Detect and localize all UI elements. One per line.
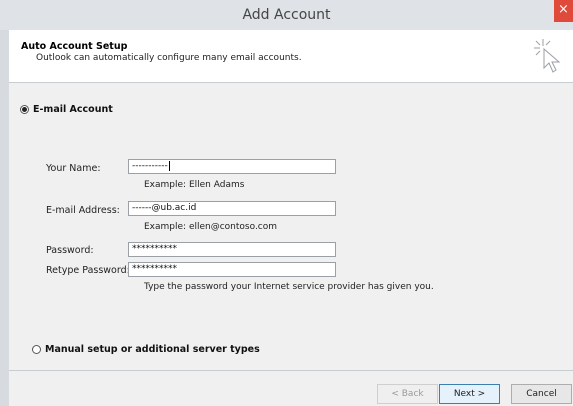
text-caret [168, 160, 170, 171]
next-button[interactable]: Next > [439, 384, 500, 404]
password-input[interactable]: ********** [128, 242, 336, 257]
email-address-label: E-mail Address: [46, 205, 120, 216]
password-hint: Type the password your Internet service … [144, 282, 434, 292]
retype-password-label: Retype Password: [46, 265, 130, 276]
email-account-radio[interactable] [20, 105, 29, 114]
manual-setup-radio[interactable] [32, 345, 41, 354]
your-name-label: Your Name: [46, 163, 101, 174]
header-title: Auto Account Setup [21, 41, 128, 52]
email-address-input[interactable]: ------@ub.ac.id [128, 201, 336, 216]
footer-divider [9, 370, 573, 371]
cancel-button[interactable]: Cancel [511, 384, 572, 404]
window-title: Add Account [242, 7, 331, 23]
email-account-label: E-mail Account [33, 104, 113, 115]
password-label: Password: [46, 245, 94, 256]
title-bar: Add Account × [0, 0, 573, 31]
header-panel: Auto Account Setup Outlook can automatic… [9, 30, 573, 83]
back-button[interactable]: < Back [377, 384, 438, 404]
add-account-dialog: Add Account × Auto Account Setup Outlook… [0, 0, 573, 406]
your-name-input[interactable]: ----------- [128, 159, 336, 174]
email-account-option[interactable]: E-mail Account [20, 104, 113, 115]
retype-password-input[interactable]: ********** [128, 262, 336, 277]
manual-setup-option[interactable]: Manual setup or additional server types [32, 344, 260, 355]
manual-setup-label: Manual setup or additional server types [45, 344, 260, 355]
email-address-example: Example: ellen@contoso.com [144, 222, 278, 232]
close-button[interactable]: × [554, 0, 573, 22]
window-left-edge [0, 30, 9, 406]
header-subtitle: Outlook can automatically configure many… [36, 53, 302, 63]
your-name-value: ----------- [132, 161, 168, 171]
cursor-sparkle-icon [534, 39, 561, 73]
your-name-example: Example: Ellen Adams [144, 180, 245, 190]
